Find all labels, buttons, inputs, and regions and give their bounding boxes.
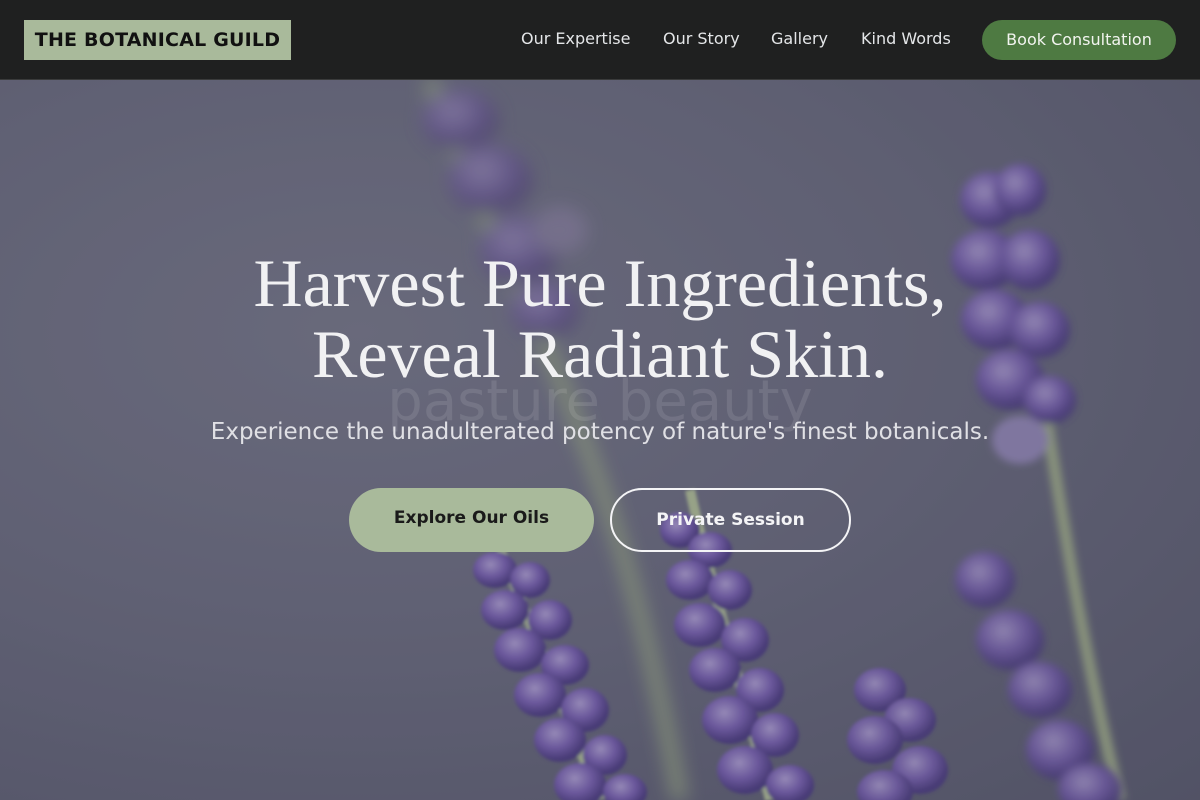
hero-headline: Harvest Pure Ingredients, Reveal Radiant… [0, 248, 1200, 390]
site-logo[interactable]: THE BOTANICAL GUILD [24, 20, 291, 60]
book-consultation-button[interactable]: Book Consultation [982, 20, 1176, 60]
navbar: THE BOTANICAL GUILD Our Expertise Our St… [0, 0, 1200, 80]
nav-link-kind-words[interactable]: Kind Words [861, 28, 951, 50]
nav-link-our-story[interactable]: Our Story [663, 28, 740, 50]
private-session-button[interactable]: Private Session [610, 488, 851, 552]
nav-link-gallery[interactable]: Gallery [771, 28, 828, 50]
explore-our-oils-button[interactable]: Explore Our Oils [349, 488, 594, 552]
nav-link-our-expertise[interactable]: Our Expertise [521, 28, 630, 50]
hero-section: pasture beauty Harvest Pure Ingredients,… [0, 80, 1200, 800]
hero-headline-line-2: Reveal Radiant Skin. [311, 316, 888, 392]
hero-subheadline: Experience the unadulterated potency of … [210, 419, 990, 445]
hero-headline-line-1: Harvest Pure Ingredients, [253, 245, 947, 321]
landing-page: THE BOTANICAL GUILD Our Expertise Our St… [0, 0, 1200, 800]
